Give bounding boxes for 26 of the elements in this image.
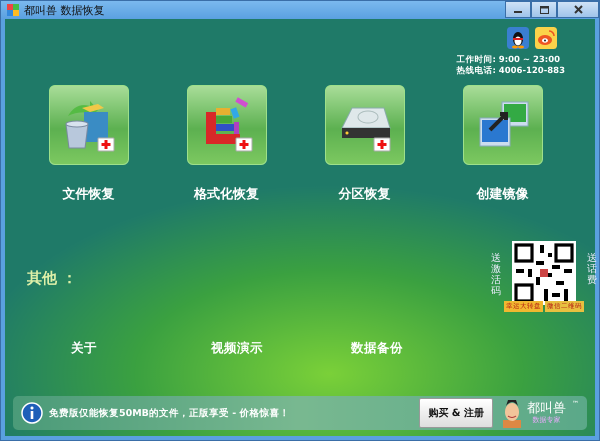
other-link[interactable]: 关于 xyxy=(71,340,211,357)
close-icon xyxy=(574,5,582,14)
promo-caption: 送激活码 xyxy=(491,253,501,297)
tool-label[interactable]: 创建镜像 xyxy=(476,185,528,203)
tool-tile[interactable] xyxy=(462,85,542,165)
minimize-button[interactable] xyxy=(505,1,531,18)
info-icon xyxy=(21,402,43,424)
app-icon xyxy=(6,3,20,17)
maximize-icon xyxy=(540,6,548,14)
brand-name: 都叫兽 xyxy=(527,401,566,416)
maximize-button[interactable] xyxy=(531,1,557,18)
others-heading: 其他 ： xyxy=(27,269,78,288)
tool-tile[interactable] xyxy=(186,85,266,165)
tool-tile[interactable] xyxy=(324,85,404,165)
hotline: 热线电话: 4006-120-883 xyxy=(456,66,565,77)
tool-label[interactable]: 文件恢复 xyxy=(62,185,114,203)
buy-register-button[interactable]: 购买 & 注册 xyxy=(419,398,493,428)
working-hours: 工作时间: 9:00 ~ 23:00 xyxy=(456,55,560,66)
close-button[interactable] xyxy=(557,1,599,18)
notice-text: 免费版仅能恢复50MB的文件，正版享受 - 价格惊喜！ xyxy=(49,406,290,420)
tool-label[interactable]: 分区恢复 xyxy=(338,185,390,203)
tool-tile[interactable] xyxy=(48,85,128,165)
window-title: 都叫兽 数据恢复 xyxy=(24,2,104,18)
tool-label[interactable]: 格式化恢复 xyxy=(194,185,259,203)
weibo-icon[interactable] xyxy=(535,27,557,49)
penguin-icon[interactable] xyxy=(507,27,529,49)
